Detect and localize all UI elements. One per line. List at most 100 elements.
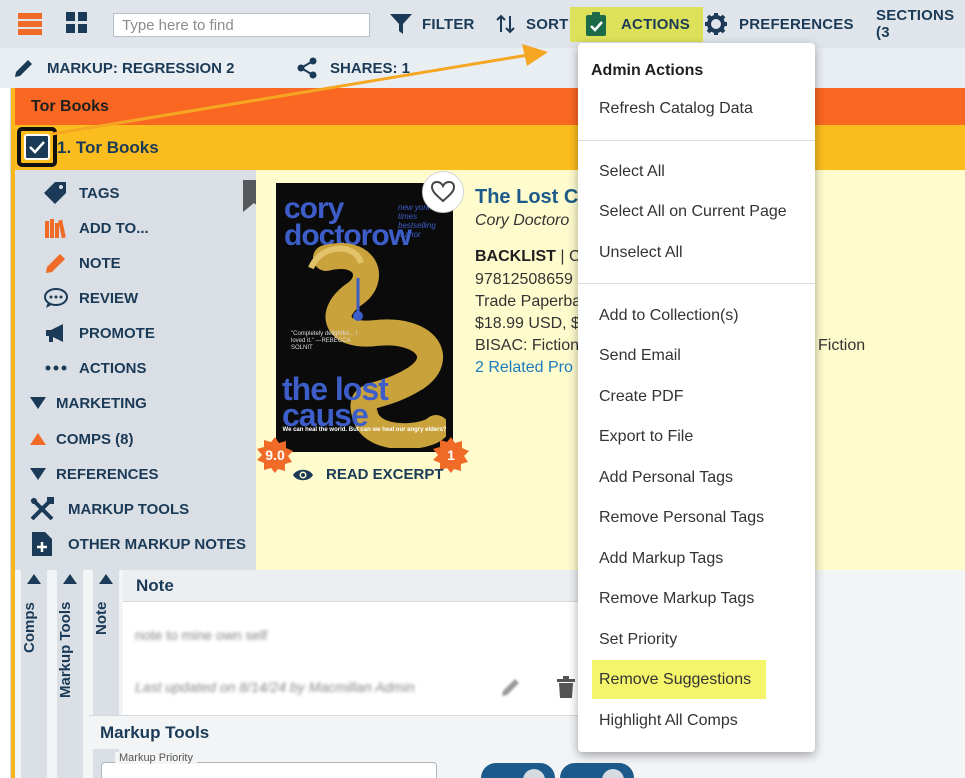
menu-item-create-pdf[interactable]: Create PDF xyxy=(599,388,683,406)
side-menu-references[interactable]: REFERENCES xyxy=(29,459,159,489)
filter-icon xyxy=(390,14,412,34)
book-cover[interactable]: cory doctorow new york times bestselling… xyxy=(276,183,453,452)
menu-item-set-priority[interactable]: Set Priority xyxy=(599,631,677,649)
pencil-icon xyxy=(46,254,65,273)
sections-button[interactable]: SECTIONS (3 xyxy=(876,0,965,48)
title-row: 1. Tor Books xyxy=(15,125,965,170)
cover-quote: "Completely delightful... I loved it." —… xyxy=(291,331,358,351)
menu-item-highlight-all-comps[interactable]: Highlight All Comps xyxy=(599,712,738,730)
ellipsis-icon xyxy=(45,365,67,371)
note-plus-icon xyxy=(32,532,52,556)
menu-item-add-personal-tags[interactable]: Add Personal Tags xyxy=(599,469,733,487)
preferences-button[interactable]: PREFERENCES xyxy=(705,0,854,48)
title-row-label: 1. Tor Books xyxy=(57,138,159,157)
markup-tools-panel-header: Markup Tools xyxy=(89,715,578,749)
side-menu-promote[interactable]: PROMOTE xyxy=(43,318,155,348)
caret-up-icon xyxy=(30,433,46,445)
markup-priority-select[interactable] xyxy=(101,762,437,778)
admin-actions-menu: Admin Actions Refresh Catalog Data Selec… xyxy=(578,43,815,752)
cover-title: the lost cause xyxy=(282,371,389,433)
menu-item-unselect-all[interactable]: Unselect All xyxy=(599,244,683,262)
publisher-name: Tor Books xyxy=(31,98,109,115)
menu-item-select-all-current-page[interactable]: Select All on Current Page xyxy=(599,203,787,221)
caret-down-icon xyxy=(30,468,46,480)
side-menu-tags[interactable]: TAGS xyxy=(43,178,120,208)
side-menu-add-to[interactable]: ADD TO... xyxy=(43,213,149,243)
top-toolbar: FILTER SORT ACTIONS PREFERENCES SECTIONS… xyxy=(0,0,965,48)
clipboard-check-icon xyxy=(586,12,606,36)
share-icon xyxy=(297,57,317,79)
menu-item-remove-markup-tags[interactable]: Remove Markup Tags xyxy=(599,590,754,608)
book-format: Trade Paperba xyxy=(475,293,582,310)
note-panel-header: Note xyxy=(123,570,578,602)
caret-up-icon xyxy=(99,574,113,584)
cover-tagline: We can heal the world. But can we heal o… xyxy=(282,427,447,433)
menu-item-remove-personal-tags[interactable]: Remove Personal Tags xyxy=(599,509,764,527)
markup-tools-title: Markup Tools xyxy=(100,723,210,742)
score-badge-left: 9.0 xyxy=(257,437,293,473)
markup-bar: MARKUP: REGRESSION 2 SHARES: 1 xyxy=(0,48,965,88)
trash-icon[interactable] xyxy=(557,676,575,698)
book-bisac-continued: Fiction xyxy=(818,337,866,354)
menu-item-export-to-file[interactable]: Export to File xyxy=(599,428,693,446)
note-updated: Last updated on 8/14/24 by Macmillan Adm… xyxy=(135,679,415,695)
menu-divider xyxy=(578,140,815,141)
caret-up-icon xyxy=(63,574,77,584)
grid-view-icon[interactable] xyxy=(66,12,88,34)
speech-bubble-icon xyxy=(44,288,68,308)
menu-item-remove-suggestions[interactable]: Remove Suggestions xyxy=(599,671,751,689)
side-menu-actions[interactable]: ACTIONS xyxy=(43,353,147,383)
book-price: $18.99 USD, $ xyxy=(475,315,580,332)
side-menu-note[interactable]: NOTE xyxy=(43,248,121,278)
menu-grid-icon[interactable] xyxy=(18,12,42,36)
markup-toggle-2[interactable] xyxy=(560,763,634,778)
filter-button[interactable]: FILTER xyxy=(390,0,475,48)
sort-icon xyxy=(496,14,515,34)
caret-down-icon xyxy=(30,397,46,409)
related-products-link[interactable]: 2 Related Pro xyxy=(475,359,573,377)
note-text[interactable]: note to mine own self xyxy=(135,627,267,643)
tools-icon xyxy=(30,497,54,521)
title-side-menu: TAGS ADD TO... NOTE REVIEW PROMOTE ACTIO… xyxy=(15,170,256,570)
side-menu-comps[interactable]: COMPS (8) xyxy=(29,424,134,454)
book-title-link[interactable]: The Lost C xyxy=(475,186,578,209)
menu-item-refresh-catalog-data[interactable]: Refresh Catalog Data xyxy=(599,100,753,118)
side-menu-marketing[interactable]: MARKETING xyxy=(29,388,147,418)
comps-panel-tab[interactable]: Comps xyxy=(21,570,47,778)
publisher-header: Tor Books xyxy=(15,88,965,125)
eye-icon xyxy=(293,469,313,480)
menu-item-select-all[interactable]: Select All xyxy=(599,163,665,181)
favorite-button[interactable] xyxy=(422,171,464,213)
note-panel-title: Note xyxy=(136,576,174,595)
menu-divider xyxy=(578,283,815,284)
sort-button[interactable]: SORT xyxy=(496,0,568,48)
side-menu-markup-tools[interactable]: MARKUP TOOLS xyxy=(29,494,189,524)
side-menu-review[interactable]: REVIEW xyxy=(43,283,138,313)
megaphone-icon xyxy=(46,324,63,342)
actions-button[interactable]: ACTIONS xyxy=(585,0,690,48)
tag-icon xyxy=(44,182,66,204)
pencil-icon xyxy=(15,60,32,77)
caret-up-icon xyxy=(27,574,41,584)
search-input[interactable] xyxy=(113,13,370,37)
read-excerpt-button[interactable]: READ EXCERPT xyxy=(292,466,444,483)
book-bisac: BISAC: Fiction xyxy=(475,337,580,354)
side-menu-other-markup-notes[interactable]: OTHER MARKUP NOTES xyxy=(29,529,246,559)
markup-toggle-1[interactable] xyxy=(481,763,555,778)
heart-icon xyxy=(431,181,455,203)
book-author[interactable]: Cory Doctoro xyxy=(475,212,569,230)
book-status: BACKLIST | C xyxy=(475,248,581,265)
books-icon xyxy=(45,219,66,239)
markup-tools-panel-tab[interactable]: Markup Tools xyxy=(57,570,83,778)
select-title-checkbox[interactable] xyxy=(24,134,50,160)
markup-selector[interactable]: MARKUP: REGRESSION 2 xyxy=(13,48,235,88)
book-isbn: 97812508659 xyxy=(475,271,573,288)
shares-button[interactable]: SHARES: 1 xyxy=(296,48,410,88)
left-gutter xyxy=(0,88,11,778)
menu-item-add-markup-tags[interactable]: Add Markup Tags xyxy=(599,550,723,568)
edit-note-icon[interactable] xyxy=(500,676,522,698)
menu-item-send-email[interactable]: Send Email xyxy=(599,347,681,365)
menu-item-add-to-collections[interactable]: Add to Collection(s) xyxy=(599,307,739,325)
markup-priority-label: Markup Priority xyxy=(115,752,197,764)
gear-icon xyxy=(705,13,727,35)
